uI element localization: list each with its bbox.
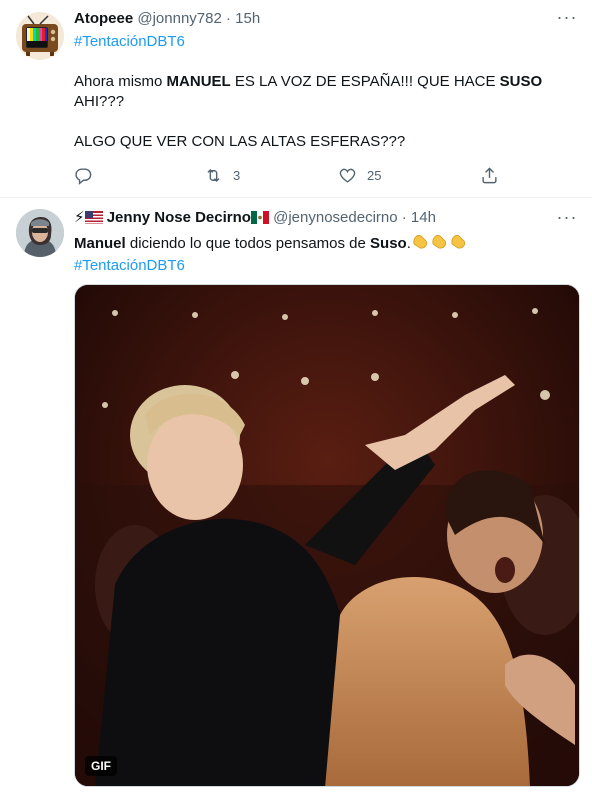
gif-media[interactable]: GIF [74, 284, 580, 787]
gif-badge: GIF [85, 756, 117, 776]
tweet-actions: 3 25 [74, 164, 514, 186]
tweet-text-line: AHI??? [74, 93, 125, 110]
text-bold-segment: Suso [370, 235, 407, 252]
gif-frame-image [75, 285, 579, 786]
text-segment: ES LA VOZ DE ESPAÑA!!! QUE HACE [230, 73, 500, 90]
heart-icon [339, 168, 356, 183]
more-options-icon[interactable]: ··· [556, 208, 578, 230]
hashtag-link[interactable]: #TentaciónDBT6 [74, 256, 574, 276]
retweet-button[interactable]: 3 [204, 164, 240, 186]
text-bold-segment: SUSO [499, 73, 543, 90]
person-avatar-icon[interactable] [16, 209, 64, 257]
separator-dot: · [401, 209, 407, 226]
tweet-timestamp[interactable]: 14h [411, 209, 436, 226]
clapping-hands-icon [411, 232, 469, 256]
hashtag-link[interactable]: #TentaciónDBT6 [74, 32, 574, 52]
tweet-header: Atopeee @jonnny782 · 15h [74, 9, 260, 29]
reply-button[interactable] [74, 164, 93, 186]
text-bold-segment: Manuel [74, 235, 126, 252]
author-name[interactable]: Jenny Nose Decirno [107, 209, 251, 226]
like-count: 25 [367, 167, 382, 183]
text-bold-segment: MANUEL [166, 73, 231, 90]
tweet-timestamp[interactable]: 15h [235, 10, 260, 27]
retweet-icon [207, 168, 220, 182]
author-handle[interactable]: @jenynosedecirno [273, 209, 397, 226]
author-handle[interactable]: @jonnny782 [137, 10, 221, 27]
text-segment: Ahora mismo [74, 73, 167, 90]
tweet-text-line: Manuel diciendo lo que todos pensamos de… [74, 232, 574, 256]
tweet-header: ⚡ Jenny Nose Decirno @jenynosedecirno · … [74, 208, 436, 230]
text-segment: diciendo lo que todos pensamos de [125, 235, 371, 252]
retro-tv-icon[interactable] [16, 12, 64, 60]
tweet-text-line: ALGO QUE VER CON LAS ALTAS ESFERAS??? [74, 133, 406, 150]
reply-icon [75, 167, 92, 185]
author-name[interactable]: Atopeee [74, 10, 133, 27]
tweet-body: Manuel diciendo lo que todos pensamos de… [74, 232, 574, 276]
share-icon [482, 166, 497, 183]
separator-dot: · [226, 10, 231, 27]
share-button[interactable] [480, 164, 499, 186]
us-flag-icon [84, 210, 103, 230]
tweet-text-line: Ahora mismo MANUEL ES LA VOZ DE ESPAÑA!!… [74, 72, 574, 92]
tweet-2[interactable]: ⚡ Jenny Nose Decirno @jenynosedecirno · … [0, 198, 592, 800]
retweet-count: 3 [233, 167, 241, 183]
like-button[interactable]: 25 [338, 164, 381, 186]
tweet-1[interactable]: Atopeee @jonnny782 · 15h ··· #TentaciónD… [0, 0, 592, 197]
more-options-icon[interactable]: ··· [556, 8, 578, 30]
lightning-icon: ⚡ [74, 209, 85, 226]
tweet-body: #TentaciónDBT6 Ahora mismo MANUEL ES LA … [74, 32, 574, 152]
mexico-flag-icon [250, 210, 269, 230]
